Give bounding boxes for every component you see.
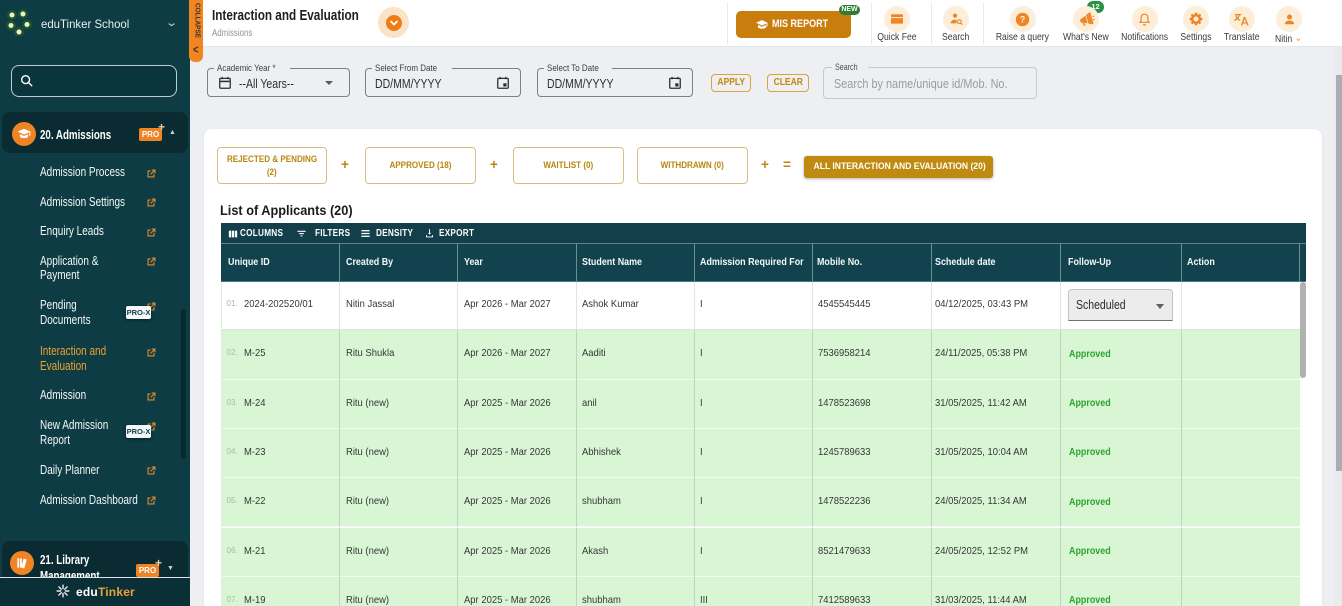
svg-text:?: ? [1020, 14, 1026, 24]
